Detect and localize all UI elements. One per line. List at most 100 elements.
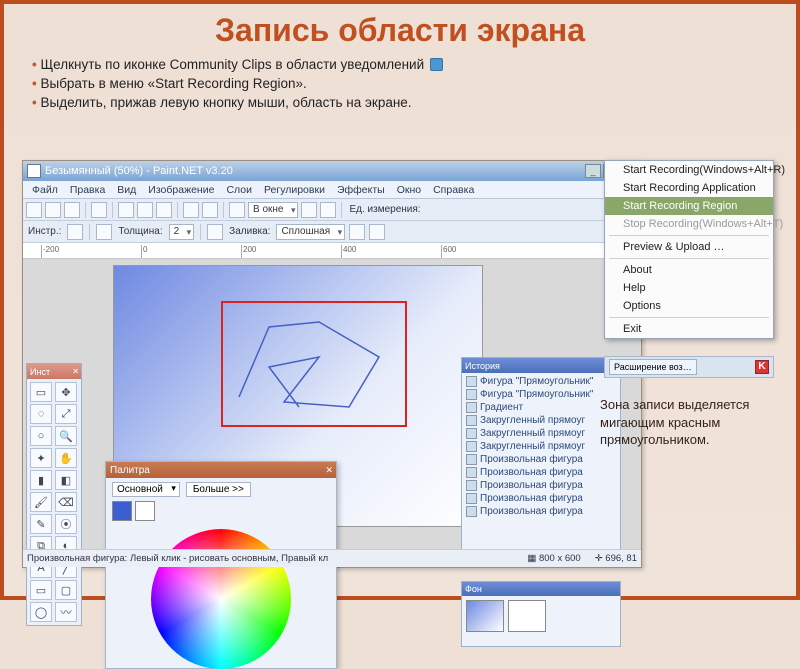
history-item-icon (466, 415, 477, 426)
grid-icon[interactable] (301, 202, 317, 218)
menu-window[interactable]: Окно (392, 183, 426, 197)
history-item[interactable]: Произвольная фигура (464, 479, 618, 492)
tools-window[interactable]: Инст ▭ ✥ ◌ ⤢ ○ 🔍 ✦ ✋ ▮ ◧ 🖌 ⌫ ✎ ⦿ ⧉ ◐ A ╱ (26, 363, 82, 626)
tool-move-icon[interactable]: ✥ (55, 382, 77, 402)
save-icon[interactable] (64, 202, 80, 218)
menu-view[interactable]: Вид (112, 183, 141, 197)
menu-item[interactable]: Start Recording Application (605, 179, 773, 197)
tool-zoom-icon[interactable]: 🔍 (55, 426, 77, 446)
menu-image[interactable]: Изображение (143, 183, 219, 197)
history-item[interactable]: Фигура "Прямоугольник" (464, 388, 618, 401)
fill-dropdown[interactable]: Сплошная (276, 224, 345, 240)
color-mode-dropdown[interactable]: Основной (112, 482, 180, 497)
history-item-icon (466, 428, 477, 439)
history-item[interactable]: Закругленный прямоуг (464, 414, 618, 427)
tool-rect-select-icon[interactable]: ▭ (30, 382, 52, 402)
menubar[interactable]: Файл Правка Вид Изображение Слои Регулир… (23, 181, 641, 199)
tool-rect-icon[interactable]: ▭ (30, 580, 52, 600)
history-item-icon (466, 402, 477, 413)
print-icon[interactable] (91, 202, 107, 218)
tool-move-sel-icon[interactable]: ⤢ (55, 404, 77, 424)
menu-adjust[interactable]: Регулировки (259, 183, 330, 197)
tool-brush-icon[interactable]: 🖌 (30, 492, 52, 512)
thickness-dropdown[interactable]: 2 (169, 224, 195, 240)
tool-lasso-icon[interactable]: ◌ (30, 404, 52, 424)
minimize-button[interactable]: _ (585, 164, 601, 178)
current-tool-icon[interactable] (67, 224, 83, 240)
more-button[interactable]: Больше >> (186, 482, 251, 497)
history-item[interactable]: Закругленный прямоуг (464, 440, 618, 453)
menu-item[interactable]: Start Recording(Windows+Alt+R) (605, 161, 773, 179)
tool-wand-icon[interactable]: ✦ (30, 448, 52, 468)
redo-icon[interactable] (202, 202, 218, 218)
copy-icon[interactable] (137, 202, 153, 218)
menu-item[interactable]: About (605, 261, 773, 279)
tool-picker-icon[interactable]: ⦿ (55, 514, 77, 534)
layers-panel[interactable]: Фон (461, 581, 621, 647)
tools-window-title[interactable]: Инст (27, 364, 81, 379)
tool-pencil-icon[interactable]: ✎ (30, 514, 52, 534)
paste-icon[interactable] (156, 202, 172, 218)
menu-help[interactable]: Справка (428, 183, 479, 197)
menu-item[interactable]: Exit (605, 320, 773, 338)
layer-thumbnail[interactable] (466, 600, 504, 632)
slide-title: Запись области экрана (4, 4, 796, 53)
new-icon[interactable] (26, 202, 42, 218)
tool-ellipse-icon[interactable]: ○ (30, 426, 52, 446)
layers-title[interactable]: Фон (462, 582, 620, 596)
taskbar-fragment: Расширение воз… K (604, 356, 774, 378)
titlebar[interactable]: Безымянный (50%) - Paint.NET v3.20 _ ▢ ✕ (23, 161, 641, 181)
tray-context-menu[interactable]: Start Recording(Windows+Alt+R)Start Reco… (604, 160, 774, 339)
tool-ellipse2-icon[interactable]: ◯ (30, 602, 52, 622)
history-item[interactable]: Закругленный прямоуг (464, 427, 618, 440)
palette-title[interactable]: Палитра (106, 462, 336, 478)
history-item-icon (466, 493, 477, 504)
ruler-icon[interactable] (320, 202, 336, 218)
undo-icon[interactable] (183, 202, 199, 218)
fill-label: Заливка: (227, 226, 272, 237)
menu-layers[interactable]: Слои (221, 183, 257, 197)
thickness-label: Толщина: (116, 226, 164, 237)
menu-effects[interactable]: Эффекты (332, 183, 390, 197)
menu-file[interactable]: Файл (27, 183, 63, 197)
primary-swatch[interactable] (112, 501, 132, 521)
shape-style-icon[interactable] (96, 224, 112, 240)
history-item[interactable]: Произвольная фигура (464, 505, 618, 518)
menu-item[interactable]: Help (605, 279, 773, 297)
history-item-icon (466, 376, 477, 387)
ruler: -200 0 200 400 600 (23, 243, 641, 259)
tool-fill-icon[interactable]: ▮ (30, 470, 52, 490)
history-item[interactable]: Произвольная фигура (464, 466, 618, 479)
paintnet-window: Безымянный (50%) - Paint.NET v3.20 _ ▢ ✕… (22, 160, 642, 568)
menu-item[interactable]: Options (605, 297, 773, 315)
menu-edit[interactable]: Правка (65, 183, 110, 197)
zoom-dropdown[interactable]: В окне (248, 202, 298, 218)
layer-thumbnail[interactable] (508, 600, 546, 632)
history-item[interactable]: Произвольная фигура (464, 492, 618, 505)
tool-eraser-icon[interactable]: ⌫ (55, 492, 77, 512)
menu-item[interactable]: Start Recording Region (605, 197, 773, 215)
history-title[interactable]: История (462, 358, 620, 373)
antialias-icon[interactable] (349, 224, 365, 240)
menu-item: Stop Recording(Windows+Alt+T) (605, 215, 773, 233)
open-icon[interactable] (45, 202, 61, 218)
tool-rounded-icon[interactable]: ▢ (55, 580, 77, 600)
kaspersky-tray-icon[interactable]: K (755, 360, 769, 374)
tool-hand-icon[interactable]: ✋ (55, 448, 77, 468)
menu-item[interactable]: Preview & Upload … (605, 238, 773, 256)
tool-freeform-icon[interactable]: 〰 (55, 602, 77, 622)
community-clips-icon (430, 58, 443, 71)
secondary-swatch[interactable] (135, 501, 155, 521)
line-style-icon[interactable] (207, 224, 223, 240)
cut-icon[interactable] (118, 202, 134, 218)
history-item[interactable]: Градиент (464, 401, 618, 414)
taskbar-item[interactable]: Расширение воз… (609, 359, 697, 375)
history-panel[interactable]: История Фигура "Прямоугольник"Фигура "Пр… (461, 357, 621, 557)
zoom-icon[interactable] (229, 202, 245, 218)
tool-gradient-icon[interactable]: ◧ (55, 470, 77, 490)
history-item[interactable]: Произвольная фигура (464, 453, 618, 466)
freeform-scribble (229, 307, 409, 427)
blend-icon[interactable] (369, 224, 385, 240)
history-item[interactable]: Фигура "Прямоугольник" (464, 375, 618, 388)
history-item-icon (466, 454, 477, 465)
